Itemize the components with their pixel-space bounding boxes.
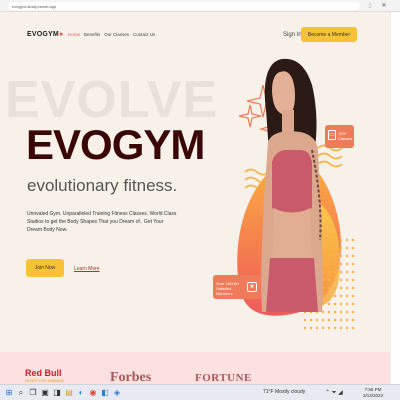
- clock[interactable]: 7:55 PM 3/13/2023: [363, 387, 383, 399]
- hero-illustration: [237, 58, 355, 330]
- sponsor-redbull-logo: Red Bull GIVES YOU WIIINGS: [25, 368, 64, 383]
- chrome-icon[interactable]: ◉: [88, 388, 98, 398]
- close-icon[interactable]: ✕: [380, 2, 388, 10]
- task-view-icon[interactable]: ❐: [28, 388, 38, 398]
- windows-icon[interactable]: ⊞: [4, 388, 14, 398]
- sponsor-redbull-text: Red Bull: [25, 368, 62, 378]
- page-viewport: EVOLVE EVOGYM● Home Benefits Our Classes…: [0, 12, 390, 384]
- clock-date: 3/13/2023: [363, 393, 384, 398]
- taskbar: ⊞ ⌕ ❐ ▣ ◨ ▤ ◐ ◉ ◧ ◈ 71°F Mostly cloudy ⌃…: [0, 384, 400, 400]
- sponsor-redbull-tagline: GIVES YOU WIIINGS: [25, 378, 64, 383]
- sponsor-fortune-logo: FORTUNE: [195, 372, 252, 384]
- members-callout: Over 10000+ Satisfied Members ★: [213, 275, 261, 299]
- dumbbell-icon: ▭: [328, 130, 336, 140]
- classes-callout-text: 100+ Classes: [338, 131, 353, 141]
- sponsor-forbes-logo: Forbes: [110, 370, 152, 384]
- members-callout-text: Over 10000+ Satisfied Members: [216, 281, 240, 296]
- search-icon[interactable]: ⌕: [16, 388, 26, 398]
- classes-callout: ▭ 100+ Classes: [325, 125, 354, 148]
- address-text: evogym-study.vercel.app: [12, 3, 57, 9]
- menu-icon[interactable]: ⋮: [366, 2, 374, 10]
- woman-figure: [261, 58, 323, 312]
- app-icon[interactable]: ◈: [112, 388, 122, 398]
- address-bar[interactable]: evogym-study.vercel.app: [8, 2, 360, 10]
- weather-widget[interactable]: 71°F Mostly cloudy: [263, 389, 305, 395]
- medal-icon: ★: [247, 282, 257, 292]
- page-scrollbar[interactable]: [390, 12, 400, 384]
- browser-toolbar: evogym-study.vercel.app ⋮ ✕: [0, 0, 400, 12]
- explorer-icon[interactable]: ▤: [64, 388, 74, 398]
- vscode-icon[interactable]: ◧: [100, 388, 110, 398]
- edge-icon[interactable]: ◐: [76, 388, 86, 398]
- teams-icon[interactable]: ◨: [52, 388, 62, 398]
- system-tray-icons[interactable]: ⌃ ⏷ ◢: [325, 389, 343, 397]
- widgets-icon[interactable]: ▣: [40, 388, 50, 398]
